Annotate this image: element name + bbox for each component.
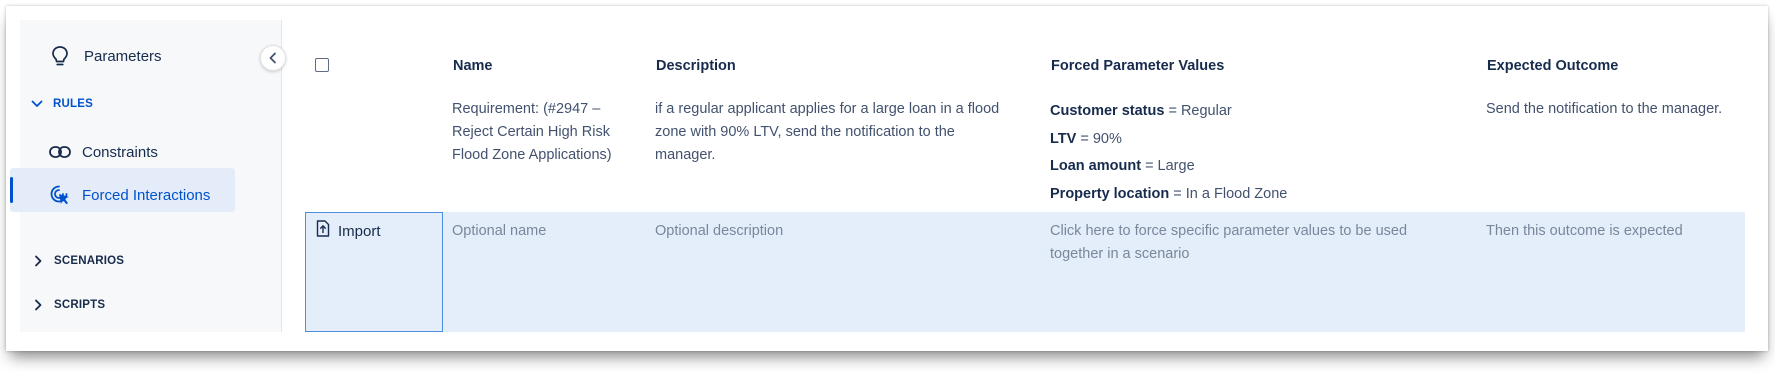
forced-value-customer-status[interactable]: Customer status = Regular — [1050, 103, 1232, 119]
forced-value-key: Loan amount — [1050, 158, 1142, 174]
chevron-left-icon — [269, 52, 276, 64]
sidebar-item-parameters[interactable]: Parameters — [48, 44, 162, 68]
section-label-scripts: SCRIPTS — [54, 299, 106, 311]
sidebar-item-label: Parameters — [84, 47, 162, 65]
row-name-line: Reject Certain High Risk — [452, 124, 610, 140]
row-description-line: if a regular applicant applies for a lar… — [655, 101, 1000, 117]
collapse-sidebar-button[interactable] — [260, 45, 286, 71]
column-header-forced-values[interactable]: Forced Parameter Values — [1051, 58, 1224, 74]
forced-value-key: Property location — [1050, 186, 1170, 202]
forced-value-value: = 90% — [1080, 131, 1122, 147]
select-all-checkbox[interactable] — [315, 58, 329, 72]
forced-value-loan-amount[interactable]: Loan amount = Large — [1050, 158, 1195, 174]
import-button[interactable]: Import — [305, 212, 443, 332]
expected-outcome-input[interactable]: Then this outcome is expected — [1486, 220, 1683, 243]
column-header-name[interactable]: Name — [453, 58, 493, 74]
lightbulb-icon — [48, 44, 72, 68]
forced-value-property-location[interactable]: Property location = In a Flood Zone — [1050, 186, 1287, 202]
forced-value-value: = In a Flood Zone — [1173, 186, 1288, 202]
cursor-click-icon — [48, 183, 72, 207]
forced-values-input[interactable]: Click here to force specific parameter v… — [1050, 220, 1407, 266]
section-toggle-rules[interactable]: RULES — [31, 98, 93, 110]
description-input[interactable]: Optional description — [655, 220, 783, 243]
row-name-cell[interactable]: Requirement: (#2947 – Reject Certain Hig… — [452, 98, 612, 167]
column-header-expected-outcome[interactable]: Expected Outcome — [1487, 58, 1618, 74]
chevron-down-icon — [31, 100, 43, 107]
sidebar-item-label: Constraints — [82, 143, 158, 161]
section-toggle-scripts[interactable]: SCRIPTS — [33, 299, 105, 311]
selected-indicator — [10, 177, 13, 203]
link-icon — [48, 140, 72, 164]
row-name-line: Requirement: (#2947 – — [452, 101, 601, 117]
row-name-line: Flood Zone Applications) — [452, 147, 612, 163]
row-description-cell[interactable]: if a regular applicant applies for a lar… — [655, 98, 999, 167]
import-file-icon — [316, 220, 330, 242]
placeholder-line: Click here to force specific parameter v… — [1050, 223, 1408, 239]
chevron-right-icon — [35, 299, 42, 311]
section-label-scenarios: SCENARIOS — [54, 255, 125, 267]
forced-value-value: = Regular — [1168, 103, 1232, 119]
placeholder-line: together in a scenario — [1050, 246, 1190, 262]
row-expected-outcome-cell[interactable]: Send the notification to the manager. — [1486, 98, 1722, 121]
chevron-right-icon — [35, 255, 42, 267]
column-header-description[interactable]: Description — [656, 58, 736, 74]
import-label: Import — [338, 223, 381, 240]
forced-value-value: = Large — [1145, 158, 1195, 174]
forced-value-key: LTV — [1050, 131, 1077, 147]
row-description-line: zone with 90% LTV, send the notification… — [655, 124, 955, 140]
sidebar-item-label: Forced Interactions — [82, 186, 211, 204]
section-toggle-scenarios[interactable]: SCENARIOS — [33, 255, 124, 267]
forced-value-key: Customer status — [1050, 103, 1165, 119]
row-description-line: manager. — [655, 147, 716, 163]
sidebar-item-constraints[interactable]: Constraints — [48, 140, 158, 164]
forced-value-ltv[interactable]: LTV = 90% — [1050, 131, 1122, 147]
name-input[interactable]: Optional name — [452, 220, 546, 243]
section-label-rules: RULES — [53, 98, 93, 110]
sidebar-item-forced-interactions-content[interactable]: Forced Interactions — [48, 183, 210, 207]
